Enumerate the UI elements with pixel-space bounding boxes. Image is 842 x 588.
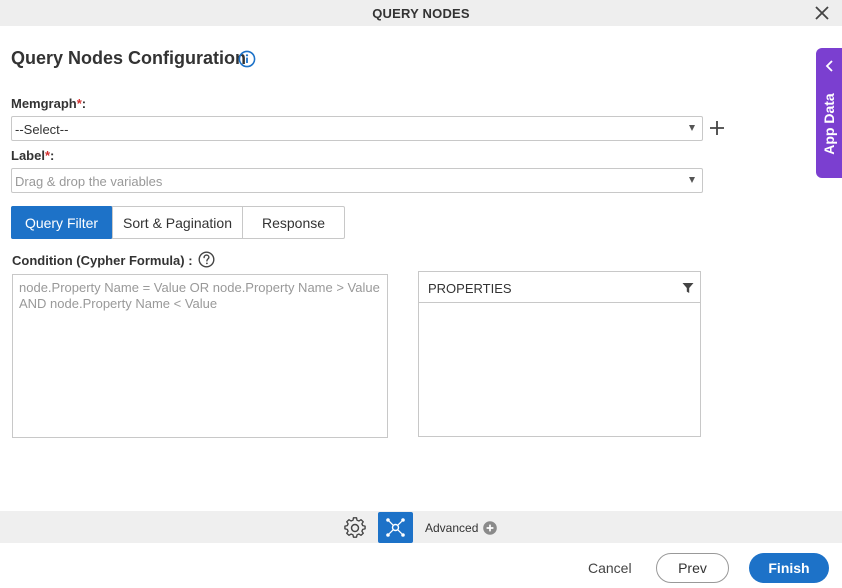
cancel-button[interactable]: Cancel (588, 560, 632, 576)
tab-query-filter[interactable]: Query Filter (11, 206, 113, 239)
tab-bar: Query Filter Sort & Pagination Response (11, 206, 345, 239)
filter-icon[interactable] (682, 282, 694, 294)
condition-label: Condition (Cypher Formula) : (12, 253, 193, 268)
help-icon[interactable] (198, 251, 215, 268)
tab-sort-pagination[interactable]: Sort & Pagination (113, 207, 243, 238)
plus-circle-icon[interactable] (483, 521, 497, 535)
advanced-settings-button[interactable] (378, 512, 413, 543)
label-select-placeholder: Drag & drop the variables (15, 174, 163, 189)
memgraph-select[interactable]: --Select-- (11, 116, 703, 141)
label-select[interactable]: Drag & drop the variables (11, 168, 703, 193)
tab-response[interactable]: Response (243, 207, 344, 238)
label-field-label: Label*: (11, 148, 55, 163)
advanced-label[interactable]: Advanced (425, 521, 478, 535)
properties-header: PROPERTIES (419, 272, 700, 303)
bottom-toolbar: Advanced (0, 511, 842, 543)
info-icon[interactable] (238, 50, 256, 68)
advanced-settings-icon (386, 518, 405, 537)
chevron-down-icon (689, 177, 695, 183)
memgraph-select-value: --Select-- (15, 122, 69, 137)
finish-button[interactable]: Finish (749, 553, 829, 583)
dialog-title: QUERY NODES (372, 6, 470, 21)
app-data-label: App Data (821, 93, 837, 155)
condition-formula-input[interactable]: node.Property Name = Value OR node.Prope… (12, 274, 388, 438)
app-data-tab[interactable]: App Data (816, 48, 842, 178)
prev-button[interactable]: Prev (656, 553, 729, 583)
close-icon[interactable] (814, 5, 830, 21)
chevron-left-icon (825, 60, 833, 72)
properties-panel: PROPERTIES (418, 271, 701, 437)
dialog-titlebar: QUERY NODES (0, 0, 842, 26)
plus-icon[interactable] (709, 120, 725, 136)
chevron-down-icon (689, 125, 695, 131)
gear-icon[interactable] (344, 517, 366, 539)
properties-header-label: PROPERTIES (428, 281, 512, 296)
memgraph-label: Memgraph*: (11, 96, 87, 111)
page-title: Query Nodes Configuration (11, 48, 247, 68)
